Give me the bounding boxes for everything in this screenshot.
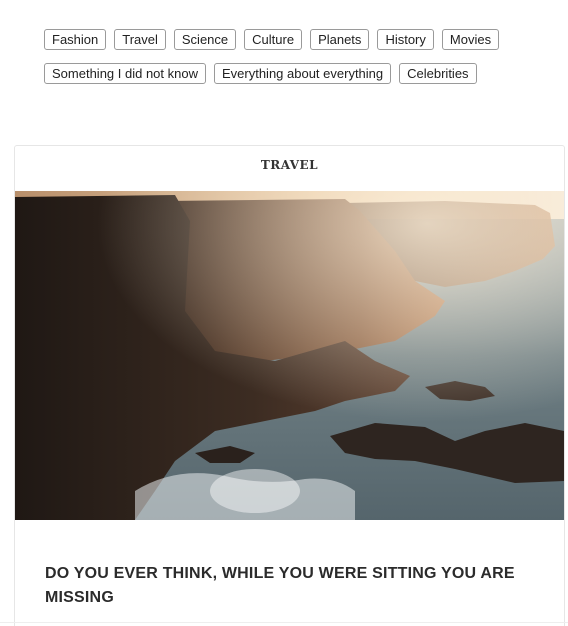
tag-something-i-did-not-know[interactable]: Something I did not know — [44, 63, 206, 84]
divider — [0, 622, 568, 623]
tag-cloud: Fashion Travel Science Culture Planets H… — [44, 29, 534, 84]
tag-science[interactable]: Science — [173, 29, 237, 50]
post-title[interactable]: DO YOU EVER THINK, WHILE YOU WERE SITTIN… — [45, 562, 545, 610]
tag-history[interactable]: History — [377, 29, 434, 50]
tag-travel[interactable]: Travel — [114, 29, 166, 50]
tag-planets[interactable]: Planets — [310, 29, 370, 50]
post-image[interactable] — [15, 191, 564, 520]
tag-movies[interactable]: Movies — [441, 29, 500, 50]
tag-culture[interactable]: Culture — [244, 29, 303, 50]
post-category[interactable]: TRAVEL — [15, 158, 564, 172]
page: Fashion Travel Science Culture Planets H… — [0, 0, 568, 626]
tag-celebrities[interactable]: Celebrities — [399, 63, 477, 84]
tag-fashion[interactable]: Fashion — [44, 29, 107, 50]
post-card: TRAVEL DO YOU EVER THINK, WHILE YOU WERE… — [14, 145, 565, 626]
tag-everything-about-everything[interactable]: Everything about everything — [213, 63, 392, 84]
